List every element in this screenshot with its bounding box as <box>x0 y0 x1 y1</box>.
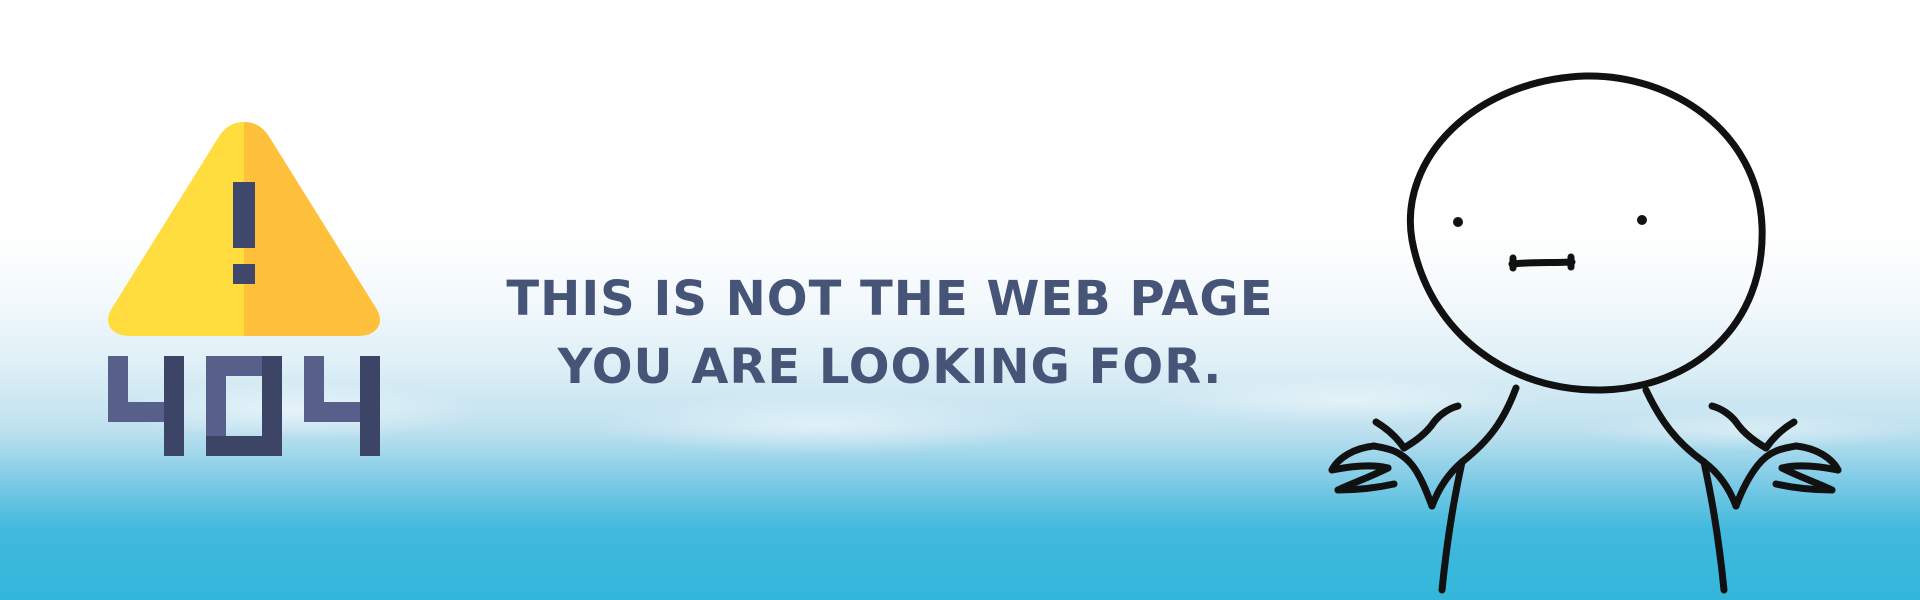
message-line-1: THIS IS NOT THE WEB PAGE <box>506 271 1274 327</box>
error-404-graphic <box>104 118 384 463</box>
character-head <box>1407 72 1766 394</box>
message-line-2: YOU ARE LOOKING FOR. <box>557 339 1223 395</box>
not-found-message: THIS IS NOT THE WEB PAGE YOU ARE LOOKING… <box>440 265 1340 401</box>
shrugging-character-illustration <box>1328 72 1842 594</box>
error-code-404-icon <box>108 356 380 456</box>
character-left-eye <box>1453 217 1463 227</box>
character-right-eye <box>1637 215 1647 225</box>
character-mouth <box>1508 258 1576 268</box>
warning-triangle-icon <box>108 122 380 336</box>
